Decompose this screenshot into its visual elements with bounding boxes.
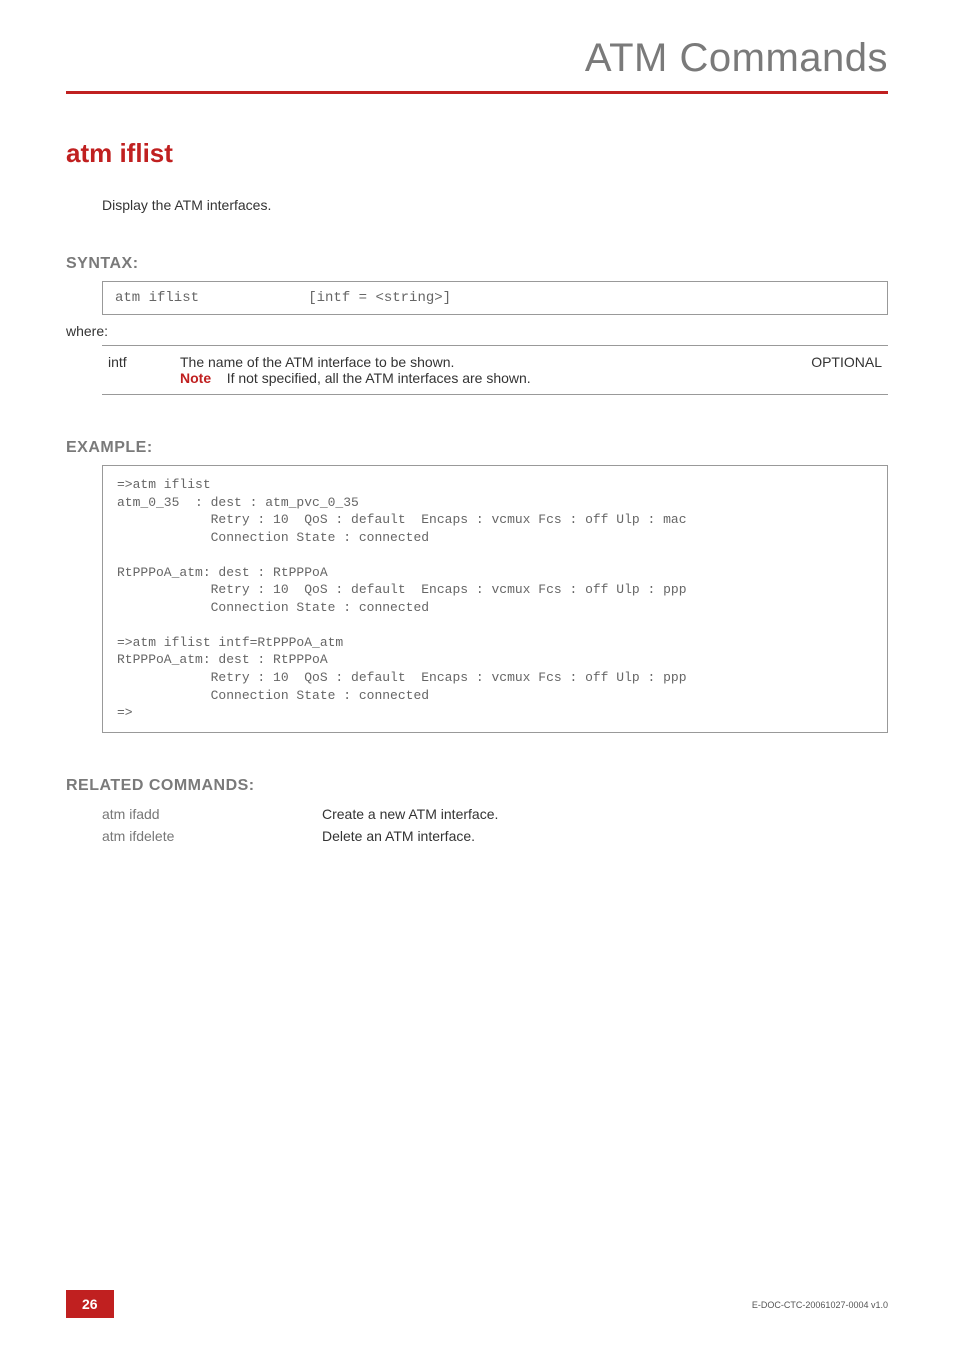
related-label: RELATED COMMANDS:: [66, 777, 888, 795]
param-desc-line1: The name of the ATM interface to be show…: [180, 354, 454, 370]
related-row: atm ifdelete Delete an ATM interface.: [102, 825, 498, 847]
param-optional: OPTIONAL: [776, 346, 888, 395]
related-table: atm ifadd Create a new ATM interface. at…: [102, 803, 498, 847]
related-desc: Delete an ATM interface.: [322, 825, 498, 847]
where-label: where:: [66, 323, 888, 339]
doc-id: E-DOC-CTC-20061027-0004 v1.0: [752, 1300, 888, 1310]
header-rule: [66, 91, 888, 94]
param-table: intf The name of the ATM interface to be…: [102, 345, 888, 395]
command-name: atm iflist: [66, 138, 888, 169]
syntax-box: atm iflist [intf = <string>]: [102, 281, 888, 315]
param-row: intf The name of the ATM interface to be…: [102, 346, 888, 395]
related-row: atm ifadd Create a new ATM interface.: [102, 803, 498, 825]
syntax-label: SYNTAX:: [66, 255, 888, 273]
param-note-label: Note: [180, 370, 211, 386]
related-cmd: atm ifdelete: [102, 825, 322, 847]
param-desc: The name of the ATM interface to be show…: [174, 346, 776, 395]
related-cmd: atm ifadd: [102, 803, 322, 825]
example-label: EXAMPLE:: [66, 439, 888, 457]
example-box: =>atm iflist atm_0_35 : dest : atm_pvc_0…: [102, 465, 888, 733]
param-name: intf: [102, 346, 174, 395]
header-title: ATM Commands: [66, 36, 888, 81]
page-number: 26: [66, 1290, 114, 1318]
related-desc: Create a new ATM interface.: [322, 803, 498, 825]
param-note-text: If not specified, all the ATM interfaces…: [227, 370, 531, 386]
command-intro: Display the ATM interfaces.: [102, 197, 888, 213]
footer: 26 E-DOC-CTC-20061027-0004 v1.0: [66, 1290, 888, 1320]
page: ATM Commands atm iflist Display the ATM …: [0, 0, 954, 1350]
